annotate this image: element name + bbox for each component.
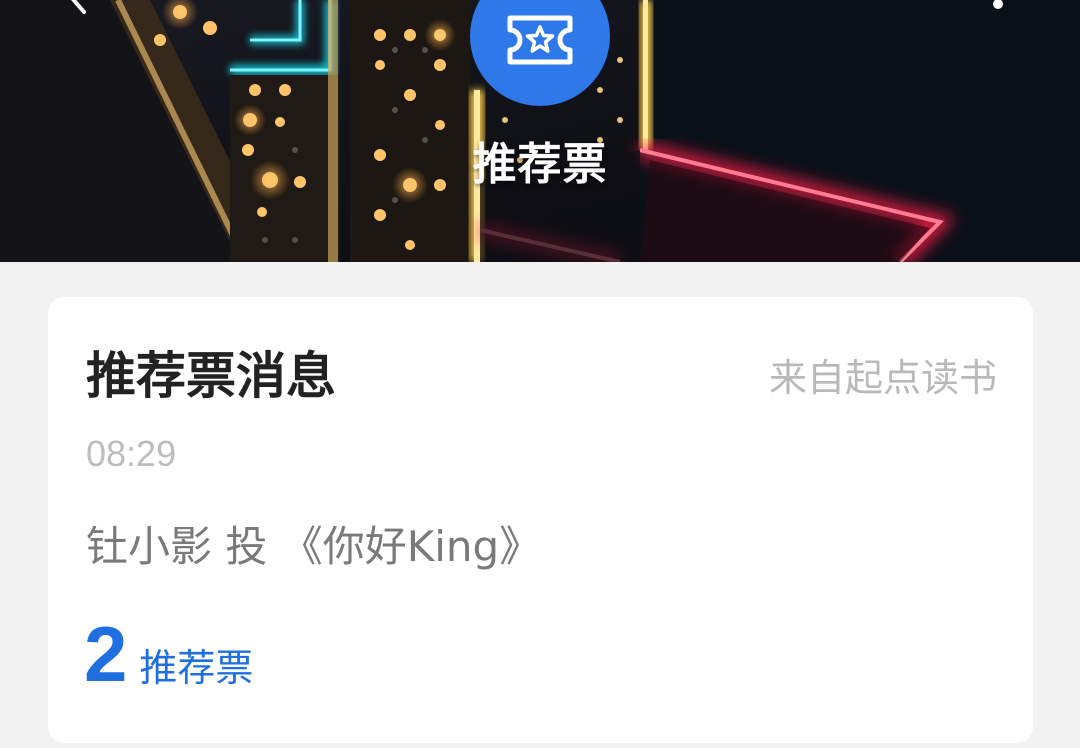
ticket-count-number: 2 bbox=[84, 610, 128, 698]
page: 推荐票 推荐票消息 来自起点读书 08:29 钍小影 投 《你好King》 2推… bbox=[0, 0, 1080, 748]
header-banner: 推荐票 bbox=[0, 0, 1080, 262]
ticket-star-icon bbox=[507, 15, 573, 65]
ticket-count: 2 推荐票 bbox=[84, 609, 253, 699]
page-title: 推荐票 bbox=[472, 139, 608, 190]
card-source: 来自起点读书 bbox=[768, 356, 997, 400]
message-text: 钍小影 投 《你好King》 bbox=[86, 522, 542, 571]
ticket-count-unit: 推荐票 bbox=[139, 646, 254, 690]
back-button[interactable] bbox=[58, 0, 98, 18]
more-options-button[interactable] bbox=[978, 0, 1018, 20]
recommend-ticket-message-card[interactable]: 推荐票消息 来自起点读书 08:29 钍小影 投 《你好King》 2 推荐票 bbox=[48, 297, 1033, 743]
message-time: 08:29 bbox=[86, 433, 177, 474]
chevron-left-icon bbox=[71, 0, 86, 14]
card-title: 推荐票消息 bbox=[86, 347, 336, 405]
more-vertical-icon bbox=[993, 0, 1003, 9]
